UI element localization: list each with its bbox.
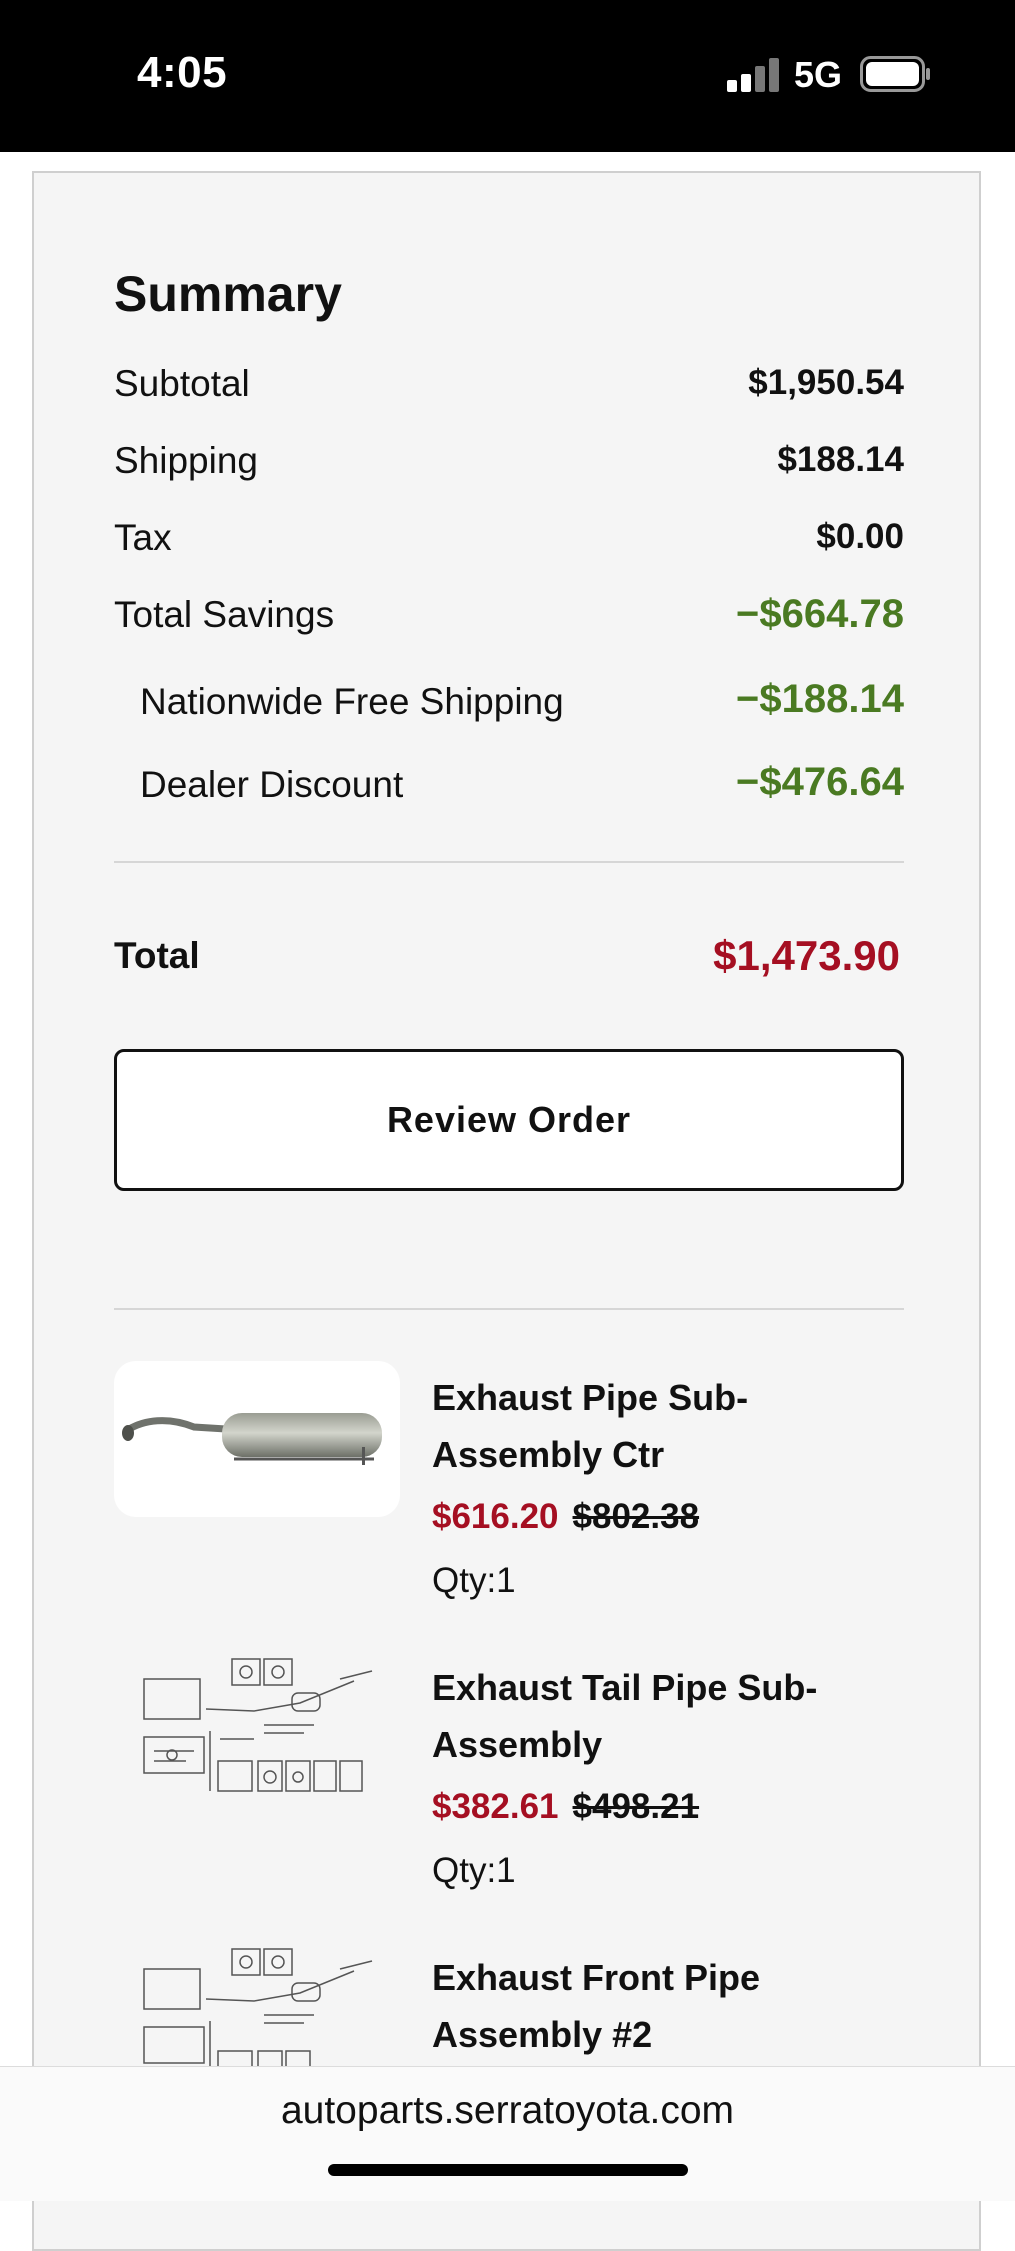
savings-item-label: Dealer Discount [140, 764, 404, 805]
item-quantity: Qty:1 [432, 1851, 516, 1890]
summary-divider [114, 861, 904, 863]
savings-item-value: −$476.64 [736, 760, 904, 804]
review-order-button[interactable]: Review Order [114, 1049, 904, 1191]
cart-item[interactable]: Exhaust Tail Pipe Sub-Assembly $382.61 $4… [114, 1651, 904, 1911]
savings-item-row: Nationwide Free Shipping −$188.14 [114, 677, 904, 741]
item-original-price: $802.38 [572, 1497, 700, 1536]
status-bar: 4:05 5G [0, 0, 1015, 152]
shipping-row: Shipping $188.14 [114, 440, 904, 500]
battery-icon [860, 56, 930, 92]
item-sale-price: $616.20 [432, 1497, 559, 1536]
total-savings-row: Total Savings −$664.78 [114, 592, 904, 654]
total-savings-value: −$664.78 [736, 592, 904, 636]
total-label: Total [114, 935, 200, 976]
status-time: 4:05 [137, 48, 228, 97]
signal-icon [727, 58, 781, 92]
subtotal-value: $1,950.54 [748, 363, 904, 402]
muffler-photo [114, 1361, 400, 1517]
subtotal-label: Subtotal [114, 363, 250, 404]
items-divider [114, 1308, 904, 1310]
shipping-value: $188.14 [777, 440, 904, 479]
tax-label: Tax [114, 517, 172, 558]
item-prices: $382.61 $498.21 [432, 1787, 699, 1827]
parts-diagram-image [114, 1651, 400, 1807]
order-summary-card: Summary Subtotal $1,950.54 Shipping $188… [32, 171, 981, 2251]
item-quantity: Qty:1 [432, 1561, 516, 1600]
subtotal-row: Subtotal $1,950.54 [114, 363, 904, 423]
url-text[interactable]: autoparts.serratoyota.com [0, 2089, 1015, 2133]
tax-value: $0.00 [816, 517, 904, 556]
item-sale-price: $382.61 [432, 1787, 559, 1826]
tax-row: Tax $0.00 [114, 517, 904, 577]
item-prices: $616.20 $802.38 [432, 1497, 699, 1537]
browser-url-bar[interactable]: autoparts.serratoyota.com [0, 2066, 1015, 2201]
total-value: $1,473.90 [713, 932, 900, 979]
cart-item[interactable]: Exhaust Pipe Sub-Assembly Ctr $616.20 $80… [114, 1361, 904, 1621]
item-name[interactable]: Exhaust Pipe Sub-Assembly Ctr [432, 1369, 892, 1483]
savings-item-row: Dealer Discount −$476.64 [114, 760, 904, 824]
total-savings-label: Total Savings [114, 594, 335, 635]
shipping-label: Shipping [114, 440, 259, 481]
savings-item-value: −$188.14 [736, 677, 904, 721]
summary-title: Summary [114, 266, 342, 322]
savings-item-label: Nationwide Free Shipping [140, 681, 564, 722]
item-original-price: $498.21 [572, 1787, 700, 1826]
item-name[interactable]: Exhaust Front Pipe Assembly #2 [432, 1949, 892, 2063]
item-name[interactable]: Exhaust Tail Pipe Sub-Assembly [432, 1659, 892, 1773]
home-indicator[interactable] [328, 2164, 688, 2176]
network-type: 5G [794, 54, 843, 95]
